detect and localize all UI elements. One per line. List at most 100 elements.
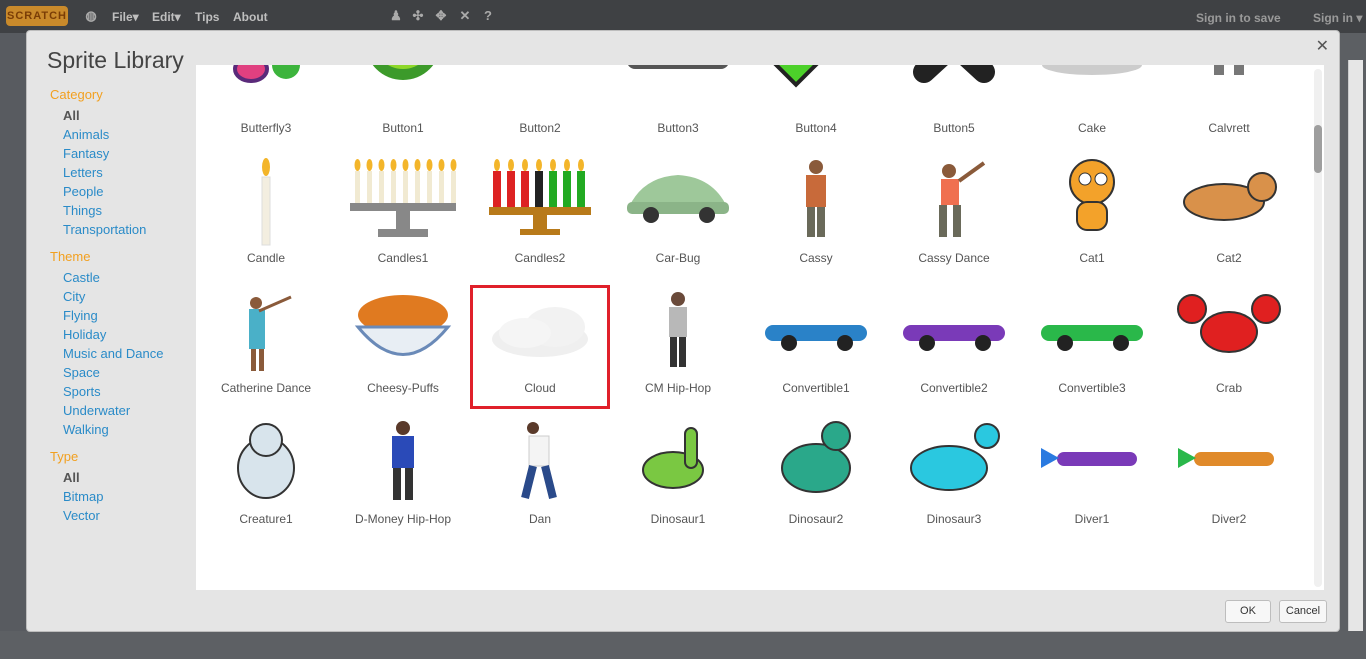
sprite-tile-button2[interactable]: Button2: [472, 65, 608, 147]
theme-holiday[interactable]: Holiday: [50, 325, 200, 344]
category-transportation[interactable]: Transportation: [50, 220, 200, 239]
category-fantasy[interactable]: Fantasy: [50, 144, 200, 163]
sprite-tile-partial-39[interactable]: [1161, 548, 1297, 590]
sprite-tile-dinosaur2[interactable]: Dinosaur2: [748, 418, 884, 538]
duplicate-tool-icon[interactable]: ♟: [389, 9, 403, 23]
sprite-tile-candles1[interactable]: Candles1: [335, 157, 471, 277]
menu-file[interactable]: File▾: [112, 10, 139, 24]
type-all[interactable]: All: [50, 468, 200, 487]
sprite-tile-cat2[interactable]: Cat2: [1161, 157, 1297, 277]
close-icon[interactable]: ✕: [1316, 36, 1329, 56]
category-all[interactable]: All: [50, 106, 200, 125]
sprite-tile-cheesy-puffs[interactable]: Cheesy-Puffs: [335, 287, 471, 407]
sprite-tile-candle[interactable]: Candle: [198, 157, 334, 277]
theme-castle[interactable]: Castle: [50, 268, 200, 287]
person-dance-icon: [899, 157, 1009, 247]
sprite-tile-button4[interactable]: Button4: [748, 65, 884, 147]
sprite-tile-dinosaur3[interactable]: Dinosaur3: [886, 418, 1022, 538]
sprite-label: Cat1: [1079, 251, 1105, 265]
sprite-tile-crab[interactable]: Crab: [1161, 287, 1297, 407]
sprite-tile-cloud[interactable]: Cloud: [470, 285, 610, 409]
sprite-grid-panel: Butterfly3 Button1 Button2 Button3 Button4 Bu…: [196, 65, 1324, 590]
sprite-tile-cat1[interactable]: Cat1: [1024, 157, 1160, 277]
sprite-label: Dan: [528, 512, 551, 526]
sprite-tile-candles2[interactable]: Candles2: [472, 157, 608, 277]
theme-city[interactable]: City: [50, 287, 200, 306]
shrink-tool-icon[interactable]: ✕: [458, 9, 472, 23]
type-filter: Type All Bitmap Vector: [50, 449, 200, 525]
theme-flying[interactable]: Flying: [50, 306, 200, 325]
dancer-icon: [1174, 65, 1284, 117]
sprite-tile-partial-37[interactable]: [886, 548, 1022, 590]
grid-scrollbar[interactable]: [1314, 69, 1322, 587]
sprite-tile-partial-35[interactable]: [610, 548, 746, 590]
category-people[interactable]: People: [50, 182, 200, 201]
sprite-tile-cassy[interactable]: Cassy: [748, 157, 884, 277]
sprite-tile-convertible2[interactable]: Convertible2: [886, 287, 1022, 407]
check-icon: [761, 65, 871, 117]
sprite-tile-convertible1[interactable]: Convertible1: [748, 287, 884, 407]
sprite-tile-dan[interactable]: Dan: [472, 418, 608, 538]
page-scrollbar[interactable]: [1348, 60, 1363, 655]
grid-scrollbar-thumb[interactable]: [1314, 125, 1322, 173]
partial-dog-icon: [348, 548, 458, 590]
type-bitmap[interactable]: Bitmap: [50, 487, 200, 506]
menu-about[interactable]: About: [233, 10, 268, 24]
sprite-label: Diver1: [1074, 512, 1110, 526]
sprite-label: Dinosaur2: [788, 512, 844, 526]
globe-icon[interactable]: ◍: [84, 9, 98, 23]
kinara-icon: [485, 157, 595, 247]
editor-topbar: SCRATCH ◍ File▾ Edit▾ Tips About ♟ ✣ ✥ ✕…: [0, 0, 1366, 33]
ok-button[interactable]: OK: [1225, 600, 1271, 623]
menu-edit[interactable]: Edit▾: [152, 10, 181, 24]
sprite-tile-catherine-dance[interactable]: Catherine Dance: [198, 287, 334, 407]
cloud-icon: [485, 287, 595, 377]
sprite-tile-cake[interactable]: Cake: [1024, 65, 1160, 147]
help-tool-icon[interactable]: ?: [481, 9, 495, 23]
scratch-logo[interactable]: SCRATCH: [6, 6, 68, 26]
sprite-tile-partial-33[interactable]: [335, 548, 471, 590]
editor-background-bottom: [0, 631, 1366, 659]
theme-music-and-dance[interactable]: Music and Dance: [50, 344, 200, 363]
sprite-label: Crab: [1215, 381, 1242, 395]
person-icon: [761, 157, 871, 247]
menu-tips[interactable]: Tips: [195, 10, 219, 24]
sprite-tile-diver1[interactable]: Diver1: [1024, 418, 1160, 538]
category-animals[interactable]: Animals: [50, 125, 200, 144]
category-things[interactable]: Things: [50, 201, 200, 220]
sprite-tile-partial-32[interactable]: [198, 548, 334, 590]
sprite-tile-cassy-dance[interactable]: Cassy Dance: [886, 157, 1022, 277]
type-vector[interactable]: Vector: [50, 506, 200, 525]
theme-space[interactable]: Space: [50, 363, 200, 382]
sprite-tile-partial-34[interactable]: [472, 548, 608, 590]
delete-tool-icon[interactable]: ✣: [411, 9, 425, 23]
sprite-label: Button4: [795, 121, 837, 135]
convertible-blue-icon: [761, 287, 871, 377]
theme-underwater[interactable]: Underwater: [50, 401, 200, 420]
sprite-tile-button5[interactable]: Button5: [886, 65, 1022, 147]
sprite-tile-car-bug[interactable]: Car-Bug: [610, 157, 746, 277]
theme-heading: Theme: [50, 249, 91, 264]
sprite-tile-dinosaur1[interactable]: Dinosaur1: [610, 418, 746, 538]
bowl-snacks-icon: [348, 287, 458, 377]
sprite-tile-partial-38[interactable]: [1024, 548, 1160, 590]
sign-in-link[interactable]: Sign in ▾: [1313, 11, 1362, 25]
sprite-tile-partial-36[interactable]: [748, 548, 884, 590]
sign-in-to-save-link[interactable]: Sign in to save: [1196, 11, 1281, 25]
sprite-tile-butterfly3[interactable]: Butterfly3: [198, 65, 334, 147]
sprite-label: Dinosaur1: [650, 512, 706, 526]
category-letters[interactable]: Letters: [50, 163, 200, 182]
sprite-tile-calvrett[interactable]: Calvrett: [1161, 65, 1297, 147]
butterfly-icon: [211, 65, 321, 117]
sprite-tile-creature1[interactable]: Creature1: [198, 418, 334, 538]
theme-walking[interactable]: Walking: [50, 420, 200, 439]
theme-sports[interactable]: Sports: [50, 382, 200, 401]
sprite-tile-diver2[interactable]: Diver2: [1161, 418, 1297, 538]
sprite-tile-button3[interactable]: Button3: [610, 65, 746, 147]
sprite-tile-button1[interactable]: Button1: [335, 65, 471, 147]
grow-tool-icon[interactable]: ✥: [434, 9, 448, 23]
cancel-button[interactable]: Cancel: [1279, 600, 1327, 623]
sprite-tile-convertible3[interactable]: Convertible3: [1024, 287, 1160, 407]
sprite-tile-cm-hip-hop[interactable]: CM Hip-Hop: [610, 287, 746, 407]
sprite-tile-d-money-hip-hop[interactable]: D-Money Hip-Hop: [335, 418, 471, 538]
